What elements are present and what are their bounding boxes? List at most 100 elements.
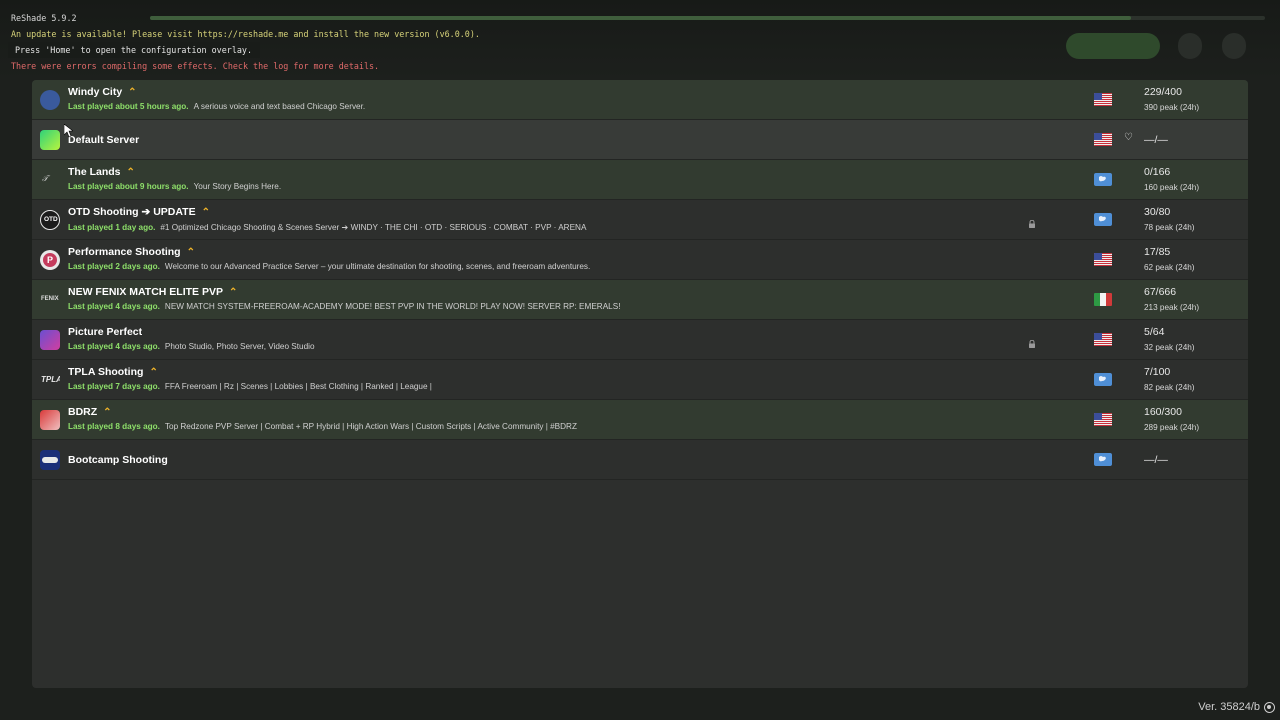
server-description: #1 Optimized Chicago Shooting & Scenes S… xyxy=(160,223,587,232)
player-count: 229/400 xyxy=(1144,86,1182,98)
version-label: Ver. 35824/b xyxy=(1198,701,1260,713)
server-description: NEW MATCH SYSTEM-FREEROAM-ACADEMY MODE! … xyxy=(164,302,621,311)
flag-us-icon xyxy=(1094,253,1112,266)
player-count: 17/85 xyxy=(1144,246,1171,258)
server-meta: Last played 2 days ago. Welcome to our Ad… xyxy=(68,262,590,271)
bootcamp-logo-icon xyxy=(40,450,60,470)
player-count: 5/64 xyxy=(1144,326,1165,338)
server-row[interactable]: Default Server ♡ —/— xyxy=(32,120,1248,160)
region-globe-icon xyxy=(1094,453,1112,466)
bdrz-logo-icon xyxy=(40,410,60,430)
server-row[interactable]: Bootcamp Shooting —/— xyxy=(32,440,1248,480)
server-row[interactable]: 𝒯 The Lands ⌃ Last played about 9 hours ago… xyxy=(32,160,1248,200)
server-description: Photo Studio, Photo Server, Video Studio xyxy=(164,342,315,351)
boost-chevron-icon: ⌃ xyxy=(201,207,210,218)
server-description: FFA Freeroam | Rz | Scenes | Lobbies | B… xyxy=(164,382,432,391)
last-played: Last played 1 day ago. xyxy=(68,223,156,232)
flag-it-icon xyxy=(1094,293,1112,306)
otd-logo-icon: OTD xyxy=(40,210,60,230)
header-search-icon[interactable] xyxy=(1178,33,1202,59)
player-count: —/— xyxy=(1144,134,1168,146)
header-play-button[interactable] xyxy=(1066,33,1160,59)
last-played: Last played 7 days ago. xyxy=(68,382,160,391)
peak-count: 289 peak (24h) xyxy=(1144,423,1200,432)
default-server-icon xyxy=(40,130,60,150)
server-name: The Lands ⌃ xyxy=(68,166,135,178)
peak-count: 160 peak (24h) xyxy=(1144,183,1200,192)
last-played: Last played 2 days ago. xyxy=(68,262,160,271)
lock-icon xyxy=(1028,215,1036,228)
fenix-logo-icon: FENIX xyxy=(41,296,59,302)
server-row[interactable]: Picture Perfect Last played 4 days ago. Ph… xyxy=(32,320,1248,360)
server-name: Default Server xyxy=(68,134,140,146)
server-meta: Last played about 5 hours ago. A serious … xyxy=(68,102,365,111)
server-name: TPLA Shooting ⌃ xyxy=(68,366,158,378)
last-played: Last played about 5 hours ago. xyxy=(68,102,189,111)
server-list[interactable]: Windy City ⌃ Last played about 5 hours ago… xyxy=(32,80,1248,688)
peak-count: 78 peak (24h) xyxy=(1144,223,1195,232)
boost-chevron-icon: ⌃ xyxy=(126,167,135,178)
server-meta: Last played 1 day ago. #1 Optimized Chica… xyxy=(68,222,586,232)
server-description: Your Story Begins Here. xyxy=(193,182,282,191)
server-name: OTD Shooting ➔ UPDATE ⌃ xyxy=(68,206,210,218)
tpla-logo-icon: TPLA xyxy=(41,375,60,384)
region-globe-icon xyxy=(1094,213,1112,226)
header-close-icon[interactable] xyxy=(1222,33,1246,59)
favorite-heart-icon[interactable]: ♡ xyxy=(1124,132,1133,143)
boost-chevron-icon: ⌃ xyxy=(186,247,195,258)
peak-count: 32 peak (24h) xyxy=(1144,343,1195,352)
flag-us-icon xyxy=(1094,93,1112,106)
boost-chevron-icon: ⌃ xyxy=(149,367,158,378)
mouse-cursor-icon xyxy=(64,124,73,138)
server-meta: Last played 4 days ago. NEW MATCH SYSTEM-… xyxy=(68,302,620,311)
last-played: Last played 4 days ago. xyxy=(68,342,160,351)
peak-count: 62 peak (24h) xyxy=(1144,263,1195,272)
server-meta: Last played about 9 hours ago. Your Story… xyxy=(68,182,281,191)
settings-icon[interactable] xyxy=(1264,702,1275,713)
boost-chevron-icon: ⌃ xyxy=(228,287,238,298)
picture-perfect-logo-icon xyxy=(40,330,60,350)
boost-chevron-icon: ⌃ xyxy=(103,407,112,418)
player-count: —/— xyxy=(1144,454,1168,466)
the-lands-logo-icon: 𝒯 xyxy=(42,174,49,183)
server-row[interactable]: P Performance Shooting ⌃ Last played 2 days… xyxy=(32,240,1248,280)
reshade-error: There were errors compiling some effects… xyxy=(11,61,380,71)
last-played: Last played 4 days ago. xyxy=(68,302,160,311)
server-name: NEW FENIX MATCH ELITE PVP ⌃ xyxy=(68,286,238,298)
player-count: 0/166 xyxy=(1144,166,1171,178)
server-row[interactable]: BDRZ ⌃ Last played 8 days ago. Top Redzone … xyxy=(32,400,1248,440)
server-name: Picture Perfect xyxy=(68,326,143,338)
last-played: Last played about 9 hours ago. xyxy=(68,182,189,191)
server-meta: Last played 7 days ago. FFA Freeroam | Rz… xyxy=(68,382,432,391)
lock-icon xyxy=(1028,335,1036,348)
server-row[interactable]: Windy City ⌃ Last played about 5 hours ago… xyxy=(32,80,1248,120)
server-meta: Last played 8 days ago. Top Redzone PVP S… xyxy=(68,422,577,431)
flag-us-icon xyxy=(1094,413,1112,426)
reshade-update-notice: An update is available! Please visit htt… xyxy=(11,29,480,39)
server-name: Windy City ⌃ xyxy=(68,86,137,98)
player-count: 67/666 xyxy=(1144,286,1177,298)
reshade-hint: Press 'Home' to open the configuration o… xyxy=(8,42,260,58)
boost-chevron-icon: ⌃ xyxy=(128,87,137,98)
peak-count: 213 peak (24h) xyxy=(1144,303,1200,312)
windy-city-logo-icon xyxy=(40,90,60,110)
flag-us-icon xyxy=(1094,133,1112,146)
player-count: 30/80 xyxy=(1144,206,1171,218)
server-row[interactable]: OTD OTD Shooting ➔ UPDATE ⌃ Last played 1 d… xyxy=(32,200,1248,240)
server-name: Performance Shooting ⌃ xyxy=(68,246,195,258)
player-count: 7/100 xyxy=(1144,366,1171,378)
reshade-version: ReShade 5.9.2 xyxy=(11,13,77,23)
reshade-overlay: ReShade 5.9.2 An update is available! Pl… xyxy=(8,10,480,74)
last-played: Last played 8 days ago. xyxy=(68,422,160,431)
server-description: A serious voice and text based Chicago S… xyxy=(193,102,366,111)
flag-us-icon xyxy=(1094,333,1112,346)
server-name: Bootcamp Shooting xyxy=(68,454,168,466)
server-row[interactable]: TPLA TPLA Shooting ⌃ Last played 7 days ago… xyxy=(32,360,1248,400)
server-row[interactable]: FENIX NEW FENIX MATCH ELITE PVP ⌃ Last play… xyxy=(32,280,1248,320)
peak-count: 390 peak (24h) xyxy=(1144,103,1200,112)
peak-count: 82 peak (24h) xyxy=(1144,383,1195,392)
server-meta: Last played 4 days ago. Photo Studio, Pho… xyxy=(68,342,315,351)
performance-logo-icon: P xyxy=(40,250,60,270)
server-name: BDRZ ⌃ xyxy=(68,406,112,418)
server-description: Welcome to our Advanced Practice Server … xyxy=(164,262,591,271)
